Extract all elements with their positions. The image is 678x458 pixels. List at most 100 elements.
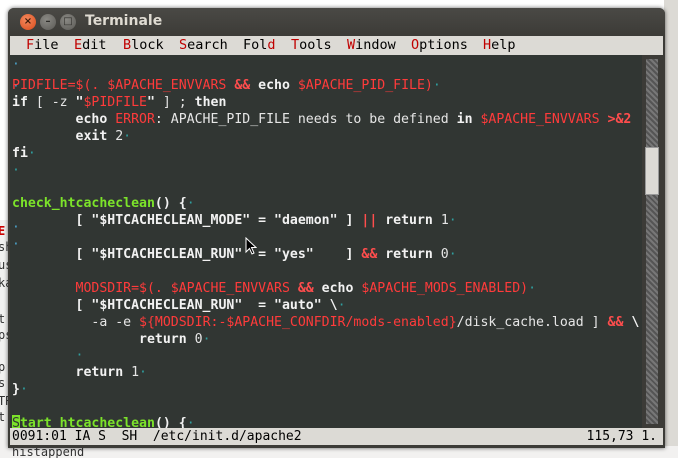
code-token: \ [321, 297, 338, 313]
menu-bar-filler [642, 36, 663, 55]
code-token: · [202, 331, 211, 347]
code-token: fi [12, 145, 28, 161]
code-token: if [12, 94, 28, 110]
code-line: return 0· [12, 331, 211, 348]
code-token: () { [154, 416, 187, 428]
code-token: "daemon" [274, 213, 338, 229]
menu-label: elp [491, 37, 516, 53]
menu-item-6[interactable]: Window [347, 36, 396, 55]
scrollbar-track[interactable] [646, 59, 658, 424]
scrollbar-thumb[interactable] [645, 147, 659, 195]
code-line: [ "$HTCACHECLEAN_RUN" = "auto" \· [12, 297, 346, 314]
menu-accelerator: T [291, 37, 300, 53]
code-token: return [377, 247, 441, 262]
menu-item-4[interactable]: Fold [243, 36, 276, 55]
terminal-window: × – □ Terminale File Edit Block Search Fold T… [8, 8, 665, 448]
close-window-button[interactable]: × [20, 14, 36, 30]
code-line: fi· [12, 145, 36, 162]
code-token: $PIDFILE [83, 94, 148, 110]
minimize-window-button[interactable]: – [40, 14, 56, 30]
code-token: ] ; [154, 94, 195, 110]
code-token: ${MODSDIR:-$APACHE_CONFDIR/mods-enabled} [139, 314, 457, 330]
code-token: "$HTCACHECLEAN_RUN" [91, 297, 243, 313]
code-token: ERROR [115, 111, 155, 127]
code-token: : APACHE_PID_FILE needs to be defined [154, 111, 457, 127]
code-token: -a -e [12, 314, 140, 330]
code-token: && [297, 280, 314, 296]
code-token: check_htcacheclean [12, 196, 155, 212]
code-token: "$HTCACHECLEAN_RUN" [91, 247, 243, 262]
code-line: echo ERROR: APACHE_PID_FILE needs to be … [12, 111, 632, 128]
menu-item-2[interactable]: Block [123, 36, 164, 55]
code-line: return 1· [12, 364, 147, 381]
code-token: return [12, 365, 132, 381]
code-token: · [448, 213, 457, 229]
menu-item-5[interactable]: Tools [291, 36, 332, 55]
code-line: check_htcacheclean() {· [12, 195, 195, 212]
code-token: 1 [440, 213, 449, 229]
menu-label: earch [187, 37, 228, 53]
code-token: in [456, 111, 473, 127]
menu-label: indow [355, 37, 396, 53]
background-text-fragment: s [0, 376, 6, 390]
code-line: MODSDIR=$(. $APACHE_ENVVARS && echo $APA… [12, 280, 537, 297]
code-line: }· [12, 381, 28, 398]
code-token: ] [313, 247, 362, 262]
menu-label: ile [34, 37, 59, 53]
code-line: PIDFILE=$(. $APACHE_ENVVARS && echo $APA… [12, 77, 441, 94]
menu-item-8[interactable]: Help [483, 36, 516, 55]
code-token: · [432, 78, 441, 93]
menu-item-3[interactable]: Search [179, 36, 228, 55]
vertical-scrollbar[interactable] [642, 55, 663, 428]
code-token: then [194, 94, 227, 110]
code-token: return [12, 331, 195, 347]
code-token: · [19, 382, 28, 398]
window-titlebar[interactable]: × – □ Terminale [8, 8, 665, 36]
menu-label: ptions [419, 37, 468, 53]
code-token: · [337, 297, 346, 313]
menu-item-7[interactable]: Options [411, 36, 468, 55]
menu-accelerator: E [74, 37, 83, 53]
code-token: && [607, 314, 624, 330]
menu-item-0[interactable]: File [26, 36, 59, 55]
code-token: } [12, 382, 20, 398]
code-token: =$(. [131, 280, 171, 296]
code-token: [ [12, 297, 92, 313]
code-token: [ -z [27, 94, 76, 110]
code-token: 1 [131, 365, 140, 381]
code-token: · [139, 365, 147, 381]
menu-bar: File Edit Block Search Fold Tools Window Option… [10, 36, 642, 55]
code-token: && [361, 247, 378, 262]
status-cursor-position: 115,73 1. [586, 429, 657, 444]
code-token: >&2 [607, 111, 632, 127]
code-token: "$HTCACHECLEAN_MODE" [91, 213, 251, 229]
menu-label: Fol [243, 37, 268, 53]
code-token: [ [12, 213, 92, 229]
code-token: $APACHE_ENVVARS [480, 111, 600, 127]
code-token: echo [12, 111, 116, 127]
menu-label: ools [299, 37, 332, 53]
whitespace-marker: · [12, 57, 20, 72]
code-token: () { [154, 196, 187, 212]
code-token: $APACHE_ENVVARS [107, 78, 227, 93]
background-text-fragment: E [0, 224, 6, 238]
code-token: 0 [194, 331, 203, 347]
maximize-window-button[interactable]: □ [60, 14, 76, 30]
mouse-pointer-icon [245, 237, 257, 255]
code-token: "yes" [274, 247, 314, 262]
code-token: \ [623, 314, 640, 330]
code-line: · [12, 347, 84, 364]
code-token: echo [313, 280, 362, 296]
menu-accelerator: d [267, 37, 276, 53]
code-token: · [186, 416, 195, 428]
code-token: PIDFILE [12, 78, 68, 93]
code-token: " [147, 94, 155, 110]
menu-label: lock [131, 37, 164, 53]
editor-text-area[interactable]: · · · · PIDFILE=$(. $APACHE_ENVVARS && echo … [10, 55, 642, 428]
background-text-fragment: t [0, 410, 6, 424]
code-token: ] [337, 213, 362, 229]
menu-item-1[interactable]: Edit [74, 36, 107, 55]
code-token: /disk_cache.load ] [456, 314, 608, 330]
